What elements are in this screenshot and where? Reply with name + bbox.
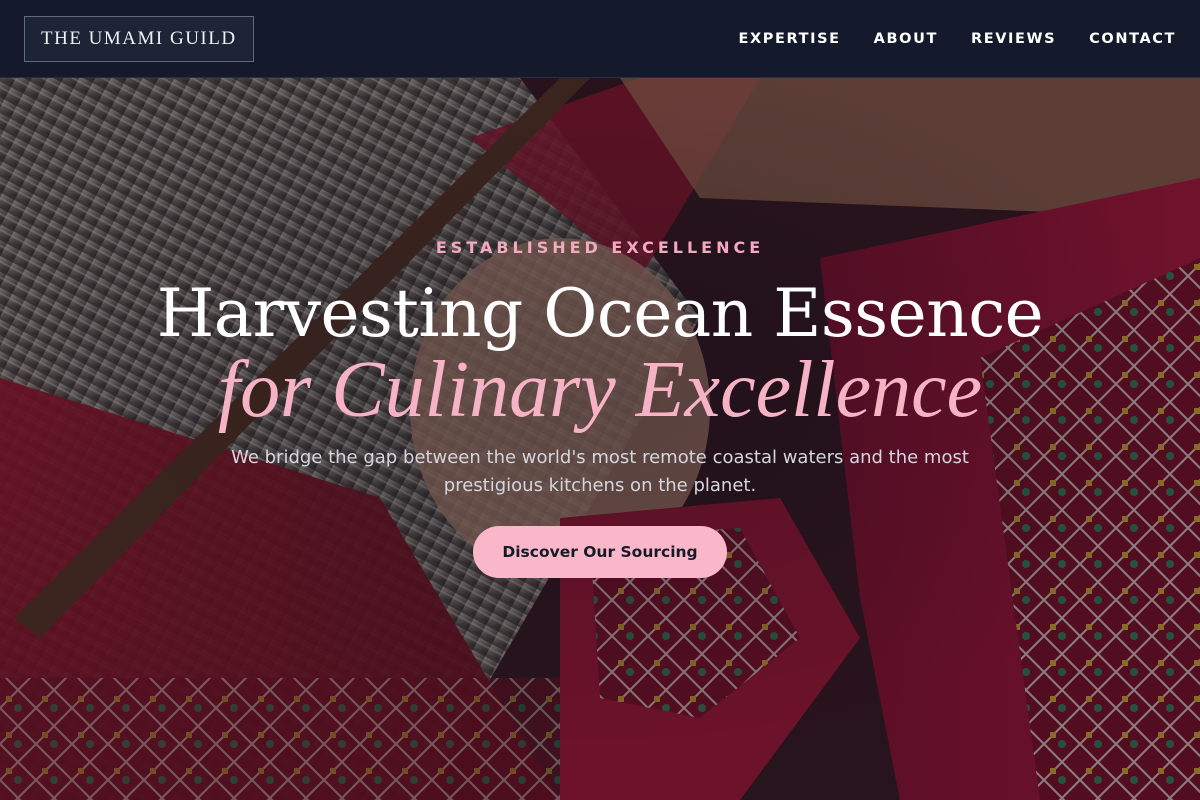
logo[interactable]: THE UMAMI GUILD [24,15,254,62]
hero-headline: Harvesting Ocean Essence for Culinary Ex… [0,275,1200,434]
main-nav: EXPERTISE ABOUT REVIEWS CONTACT [739,31,1177,47]
hero-headline-line1: Harvesting Ocean Essence [156,275,1044,352]
hero-content: ESTABLISHED EXCELLENCE Harvesting Ocean … [0,78,1200,800]
nav-link-expertise[interactable]: EXPERTISE [739,31,841,47]
nav-link-contact[interactable]: CONTACT [1089,31,1176,47]
hero-headline-accent: for Culinary Excellence [217,346,983,434]
site-header: THE UMAMI GUILD EXPERTISE ABOUT REVIEWS … [0,0,1200,78]
nav-link-reviews[interactable]: REVIEWS [971,31,1056,47]
hero-eyebrow: ESTABLISHED EXCELLENCE [435,238,765,257]
hero-subtext: We bridge the gap between the world's mo… [231,447,969,496]
nav-link-about[interactable]: ABOUT [874,31,938,47]
discover-sourcing-button[interactable]: Discover Our Sourcing [473,526,727,578]
